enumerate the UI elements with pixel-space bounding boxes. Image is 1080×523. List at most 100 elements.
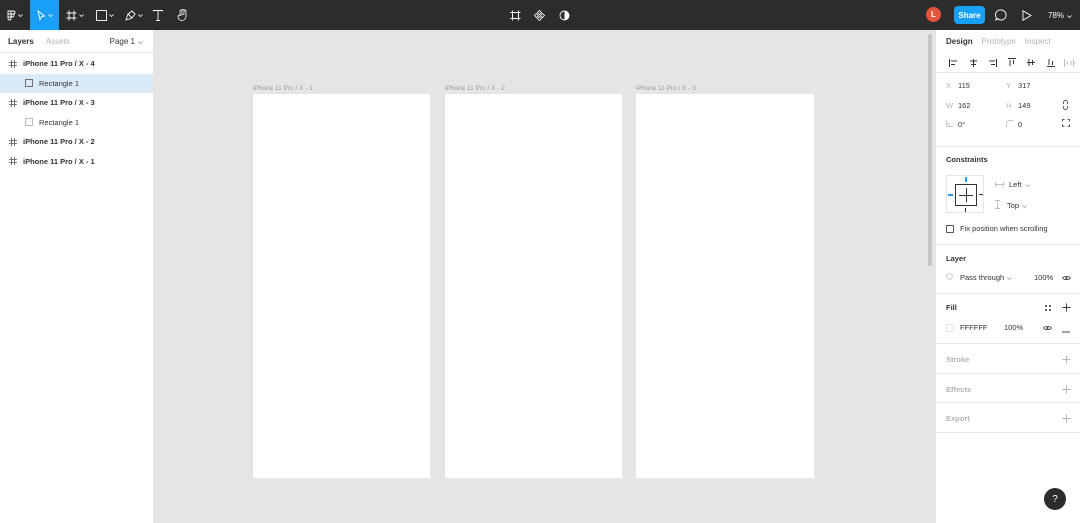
vertical-constraint-value: Top (1007, 201, 1020, 210)
horizontal-constraint-select[interactable]: Left (995, 180, 1030, 189)
layer-opacity-value[interactable]: 100% (1034, 273, 1053, 282)
left-constraint-indicator[interactable] (948, 194, 953, 196)
height-field[interactable]: H 149 (1006, 101, 1031, 110)
align-right-icon[interactable] (983, 56, 1002, 70)
main-menu-button[interactable] (0, 0, 29, 30)
horizontal-constraint-icon (995, 180, 1004, 189)
add-fill-icon[interactable] (1062, 303, 1071, 314)
tab-design[interactable]: Design (946, 37, 973, 46)
left-panel-tabs: Layers Assets Page 1 (0, 30, 153, 53)
frame-label[interactable]: iPhone 11 Pro / X - 2 (445, 85, 505, 92)
constraints-widget[interactable] (946, 175, 984, 213)
contrast-button[interactable] (557, 0, 571, 30)
shape-tool-button[interactable] (92, 0, 118, 30)
layer-row[interactable]: Rectangle 1 (0, 73, 153, 93)
fix-position-checkbox[interactable] (946, 224, 954, 233)
right-constraint-indicator[interactable] (979, 194, 983, 195)
vertical-constraint-select[interactable]: Top (995, 200, 1027, 211)
align-left-icon[interactable] (944, 56, 963, 70)
add-export-icon[interactable] (1062, 414, 1071, 425)
layer-row[interactable]: iPhone 11 Pro / X - 3 (0, 93, 153, 113)
canvas[interactable]: iPhone 11 Pro / X - 1 iPhone 11 Pro / X … (155, 30, 935, 523)
layers-panel: Layers Assets Page 1 iPhone 11 Pro / X -… (0, 30, 154, 523)
export-section: Export (936, 403, 1080, 433)
layer-row[interactable]: Rectangle 1 (0, 113, 153, 133)
constraints-section: Constraints Left Top Fix position when s… (936, 147, 1080, 245)
rotation-field[interactable]: 0° (946, 120, 965, 129)
fill-hex-value[interactable]: FFFFFF (960, 323, 988, 332)
frame-tool-button[interactable] (62, 0, 88, 30)
layer-row[interactable]: iPhone 11 Pro / X - 2 (0, 132, 153, 152)
tab-assets[interactable]: Assets (34, 37, 70, 46)
layer-label: Rectangle 1 (39, 78, 80, 88)
canvas-scrollbar[interactable] (928, 34, 932, 266)
layer-row[interactable]: iPhone 11 Pro / X - 4 (0, 54, 153, 74)
corner-radius-field[interactable]: 0 (1006, 120, 1022, 129)
frame-iphone-1[interactable] (253, 94, 430, 478)
properties-panel: Design Prototype Inspect X 115 Y 317 W 1… (935, 30, 1080, 523)
layer-label: iPhone 11 Pro / X - 1 (23, 156, 95, 166)
blend-mode-icon (946, 273, 953, 282)
bottom-constraint-indicator[interactable] (965, 208, 966, 212)
fix-position-option[interactable]: Fix position when scrolling (946, 224, 1048, 233)
comment-button[interactable] (993, 0, 1009, 30)
page-selector[interactable]: Page 1 (110, 37, 143, 46)
fill-row[interactable]: FFFFFF (946, 323, 988, 332)
text-tool-button[interactable] (150, 0, 166, 30)
frame-iphone-3[interactable] (636, 94, 814, 478)
distribute-icon[interactable] (1061, 56, 1080, 70)
align-horizontal-center-icon[interactable] (963, 56, 982, 70)
x-label: X (946, 81, 952, 90)
y-field[interactable]: Y 317 (1006, 81, 1031, 90)
x-field[interactable]: X 115 (946, 81, 970, 90)
width-field[interactable]: W 162 (946, 101, 971, 110)
frame-label[interactable]: iPhone 11 Pro / X - 1 (253, 85, 313, 92)
fill-swatch[interactable] (946, 323, 954, 332)
export-title: Export (946, 414, 970, 423)
share-button[interactable]: Share (954, 6, 985, 24)
chevron-down-icon (47, 13, 53, 17)
eye-icon[interactable] (1043, 324, 1052, 333)
hand-tool-button[interactable] (174, 0, 190, 30)
align-top-icon[interactable] (1002, 56, 1021, 70)
frame-label[interactable]: iPhone 11 Pro / X - 3 (636, 85, 696, 92)
frame-icon (6, 59, 20, 68)
tab-layers[interactable]: Layers (0, 37, 34, 46)
rectangle-icon (22, 79, 36, 88)
create-component-button[interactable] (532, 0, 546, 30)
present-button[interactable] (1020, 0, 1034, 30)
component-frame-button[interactable] (508, 0, 522, 30)
pen-tool-button[interactable] (121, 0, 147, 30)
eye-icon[interactable] (1062, 274, 1071, 283)
zoom-menu[interactable]: 78% (1048, 0, 1072, 30)
styles-icon[interactable] (1044, 304, 1052, 314)
layer-row[interactable]: iPhone 11 Pro / X - 1 (0, 152, 153, 172)
chevron-down-icon (1024, 180, 1030, 189)
move-tool-button[interactable] (30, 0, 59, 30)
frame-iphone-2[interactable] (445, 94, 622, 478)
align-bottom-icon[interactable] (1041, 56, 1060, 70)
rectangle-icon (96, 9, 107, 21)
w-label: W (946, 101, 954, 110)
frame-icon (6, 98, 20, 107)
add-effect-icon[interactable] (1062, 385, 1071, 396)
constraint-cross-h (959, 195, 973, 196)
add-stroke-icon[interactable] (1062, 355, 1071, 366)
remove-fill-icon[interactable] (1062, 326, 1070, 335)
effects-title: Effects (946, 385, 972, 394)
independent-corners-icon[interactable] (1062, 119, 1070, 129)
vertical-constraint-icon (995, 200, 1000, 211)
align-vertical-center-icon[interactable] (1022, 56, 1041, 70)
blend-mode-select[interactable]: Pass through (946, 273, 1012, 282)
constrain-proportions-icon[interactable] (1062, 100, 1069, 112)
avatar[interactable]: L (926, 7, 941, 22)
tab-inspect[interactable]: Inspect (1025, 37, 1051, 46)
fill-opacity-value[interactable]: 100% (1004, 323, 1023, 332)
page-name: Page 1 (109, 37, 135, 46)
y-value: 317 (1018, 81, 1031, 90)
top-constraint-indicator[interactable] (965, 177, 967, 182)
frame-icon (6, 137, 20, 146)
tab-prototype[interactable]: Prototype (982, 37, 1016, 46)
text-icon (153, 9, 163, 21)
help-button[interactable]: ? (1044, 488, 1066, 510)
